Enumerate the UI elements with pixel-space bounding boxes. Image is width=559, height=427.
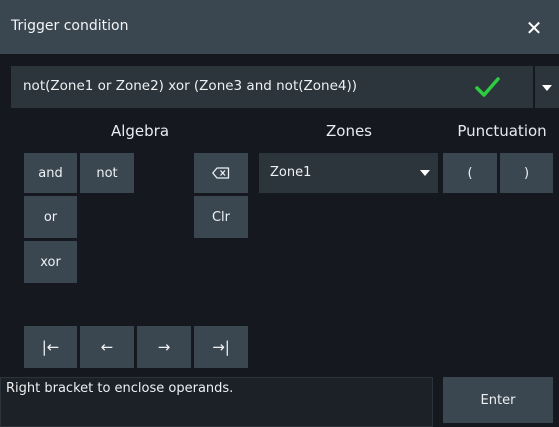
chevron-down-icon (542, 85, 552, 91)
clear-button[interactable]: Clr (194, 196, 248, 238)
algebra-header: Algebra (110, 122, 170, 140)
close-bracket-button[interactable]: ) (500, 153, 553, 193)
backspace-button[interactable] (194, 153, 248, 193)
cursor-left-button[interactable]: ← (80, 326, 134, 368)
enter-button[interactable]: Enter (443, 377, 553, 423)
chevron-down-icon (420, 170, 430, 176)
zone-dropdown-button[interactable] (413, 153, 438, 193)
cursor-right-button[interactable]: → (137, 326, 191, 368)
expression-text[interactable]: not(Zone1 or Zone2) xor (Zone3 and not(Z… (23, 76, 357, 96)
cursor-home-button[interactable]: |← (24, 326, 77, 368)
cursor-end-button[interactable]: →| (194, 326, 248, 368)
xor-button[interactable]: xor (24, 241, 77, 283)
punctuation-header: Punctuation (457, 122, 547, 140)
expression-history-dropdown[interactable] (535, 66, 559, 108)
close-icon[interactable]: ✕ (522, 16, 546, 40)
and-button[interactable]: and (24, 153, 77, 193)
hint-text: Right bracket to enclose operands. (6, 381, 234, 396)
or-button[interactable]: or (24, 196, 77, 238)
zone-select-value: Zone1 (270, 165, 312, 180)
checkmark-icon (475, 77, 500, 97)
zones-header: Zones (325, 122, 372, 140)
dialog-title: Trigger condition (11, 18, 129, 34)
backspace-icon (212, 167, 230, 179)
open-bracket-button[interactable]: ( (443, 153, 497, 193)
not-button[interactable]: not (80, 153, 134, 193)
